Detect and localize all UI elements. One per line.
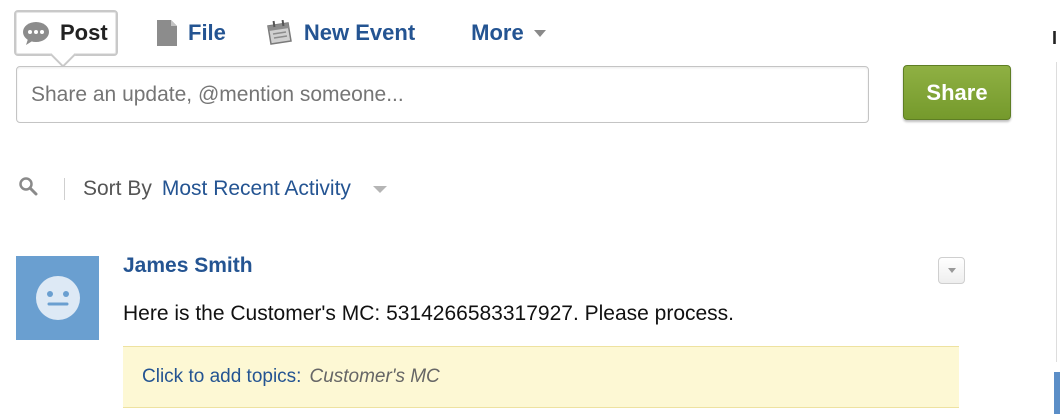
chevron-down-icon[interactable] [372,185,387,193]
topic-tag[interactable]: Customer's MC [309,366,439,388]
tab-file[interactable]: File [156,11,226,55]
feed-item-author[interactable]: James Smith [123,254,253,278]
sort-value-dropdown[interactable]: Most Recent Activity [162,177,351,201]
chevron-down-icon [533,29,546,37]
publisher-tabs: Post File New Event More [14,10,546,56]
tab-post[interactable]: Post [14,10,118,56]
right-panel-block [1054,372,1060,414]
sort-label: Sort By [83,177,152,200]
tab-new-event-label: New Event [303,20,416,45]
add-topics-link[interactable]: Click to add topics: [142,366,301,388]
feed-item-menu-button[interactable] [938,257,965,284]
chevron-down-icon [947,268,956,273]
right-panel-heading: I [1052,28,1058,48]
tab-post-label: Post [60,20,108,45]
calendar-icon [264,20,294,46]
share-update-input[interactable] [16,66,869,123]
tab-more[interactable]: More [471,11,546,55]
right-panel-border [1056,62,1060,362]
feed-item-body: Here is the Customer's MC: 5314266583317… [123,302,735,325]
share-button[interactable]: Share [903,65,1011,120]
file-icon [156,19,178,47]
tab-more-label: More [471,20,524,45]
divider [64,178,65,200]
speech-bubble-icon [22,21,50,45]
tab-new-event[interactable]: New Event [264,11,415,55]
avatar[interactable] [16,256,99,340]
feed-sort-bar: Sort By Most Recent Activity [18,172,387,206]
smiley-avatar-icon [35,276,80,320]
feed-item-topics: Click to add topics: Customer's MC [123,346,959,408]
tab-file-label: File [188,20,226,45]
search-icon[interactable] [18,176,38,202]
